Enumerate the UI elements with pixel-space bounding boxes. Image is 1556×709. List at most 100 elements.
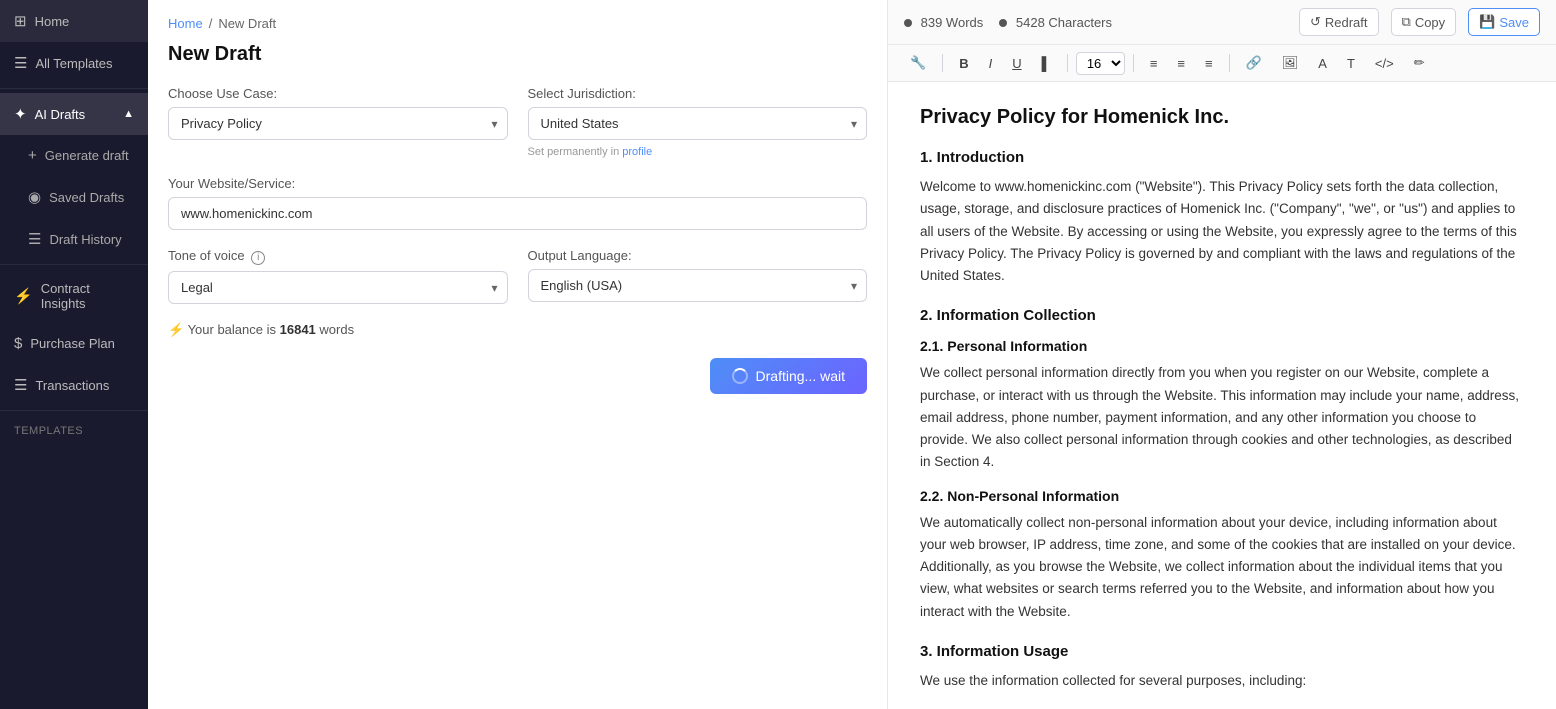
document-title: Privacy Policy for Homenick Inc. [920, 106, 1524, 129]
transactions-icon: ☰ [14, 376, 27, 394]
text-style-button[interactable]: T [1339, 52, 1363, 75]
breadcrumb: Home / New Draft [168, 16, 867, 31]
balance-info: ⚡ Your balance is 16841 words [168, 322, 867, 338]
templates-label: Templates [14, 425, 83, 437]
unordered-list-button[interactable]: ≡ [1142, 52, 1166, 75]
sidebar-purchase-label: Purchase Plan [30, 336, 115, 351]
section-1-content: Welcome to www.homenickinc.com ("Website… [920, 176, 1524, 287]
code-button[interactable]: </> [1367, 52, 1402, 75]
chars-stat: 5428 Characters [999, 15, 1112, 30]
section-2-1-content: We collect personal information directly… [920, 362, 1524, 473]
magic-tool-button[interactable]: 🔧 [902, 51, 934, 75]
sidebar-ai-drafts-label: AI Drafts [35, 107, 86, 122]
link-button[interactable]: 🔗 [1238, 51, 1270, 75]
copy-icon: ⧉ [1402, 14, 1411, 30]
chars-dot [999, 19, 1007, 27]
list-item-1: To process, fulfill, and ship orders; [940, 704, 1524, 709]
sidebar-item-home[interactable]: ⊞ Home [0, 0, 148, 42]
save-button[interactable]: 💾 Save [1468, 8, 1540, 36]
italic-button[interactable]: I [981, 52, 1001, 75]
doc-toolbar: 839 Words 5428 Characters ↺ Redraft ⧉ Co… [888, 0, 1556, 45]
tone-select-wrapper: Legal Casual Formal [168, 271, 508, 304]
profile-link[interactable]: profile [622, 146, 652, 158]
fmt-sep-4 [1229, 54, 1230, 72]
sidebar-item-all-templates[interactable]: ☰ All Templates [0, 42, 148, 84]
draft-btn-label: Drafting... wait [756, 368, 845, 384]
ordered-list-button[interactable]: ≡ [1169, 52, 1193, 75]
website-label: Your Website/Service: [168, 176, 867, 191]
sidebar-item-contract-insights[interactable]: ⚡ Contract Insights [0, 269, 148, 323]
balance-icon: ⚡ [168, 322, 184, 337]
output-language-select[interactable]: English (USA) English (UK) Spanish [528, 269, 868, 302]
sidebar-item-saved-drafts[interactable]: ◉ Saved Drafts [0, 176, 148, 218]
sidebar-contract-label: Contract Insights [41, 281, 134, 311]
fmt-sep-2 [1067, 54, 1068, 72]
sidebar-generate-label: Generate draft [45, 148, 129, 163]
doc-actions: ↺ Redraft ⧉ Copy 💾 Save [1299, 8, 1540, 36]
main-area: Home / New Draft New Draft Choose Use Ca… [148, 0, 1556, 709]
content-wrapper: Home / New Draft New Draft Choose Use Ca… [148, 0, 1556, 709]
sidebar-item-draft-history[interactable]: ☰ Draft History [0, 218, 148, 260]
tone-language-row: Tone of voice i Legal Casual Formal Outp… [168, 248, 867, 304]
format-toolbar: 🔧 B I U ▌ 1612141824 ≡ ≡ ≡ 🔗 🖼 A T </ [888, 45, 1556, 82]
jurisdiction-select-wrapper: United States European Union United King… [528, 107, 868, 140]
form-panel: Home / New Draft New Draft Choose Use Ca… [148, 0, 888, 709]
redraft-icon: ↺ [1310, 14, 1321, 30]
jurisdiction-select[interactable]: United States European Union United King… [528, 107, 868, 140]
sidebar-transactions-label: Transactions [35, 378, 109, 393]
section-3-heading: 3. Information Usage [920, 643, 1524, 660]
fmt-sep-1 [942, 54, 943, 72]
sidebar-item-ai-drafts[interactable]: ✦ AI Drafts ▲ [0, 93, 148, 135]
page-title: New Draft [168, 43, 867, 66]
contract-icon: ⚡ [14, 287, 33, 305]
image-button[interactable]: 🖼 [1274, 51, 1307, 75]
document-content: Privacy Policy for Homenick Inc. 1. Intr… [888, 82, 1556, 709]
jurisdiction-hint: Set permanently in profile [528, 146, 868, 158]
purchase-icon: $ [14, 335, 22, 352]
breadcrumb-home[interactable]: Home [168, 16, 203, 31]
balance-post: words [319, 322, 354, 337]
website-input[interactable]: www.homenickinc.com [168, 197, 867, 230]
underline-button[interactable]: U [1004, 52, 1029, 75]
tone-info-icon[interactable]: i [251, 251, 265, 265]
balance-amount: 16841 [280, 322, 316, 337]
font-size-select[interactable]: 1612141824 [1076, 52, 1125, 75]
redraft-button[interactable]: ↺ Redraft [1299, 8, 1379, 36]
document-panel: 839 Words 5428 Characters ↺ Redraft ⧉ Co… [888, 0, 1556, 709]
font-color-button[interactable]: A [1310, 52, 1335, 75]
bold-button[interactable]: B [951, 52, 976, 75]
output-language-select-wrapper: English (USA) English (UK) Spanish [528, 269, 868, 302]
strikethrough-button[interactable]: ▌ [1034, 52, 1059, 75]
section-2-2-content: We automatically collect non-personal in… [920, 512, 1524, 623]
sidebar-item-purchase-plan[interactable]: $ Purchase Plan [0, 323, 148, 364]
templates-icon: ☰ [14, 54, 27, 72]
tone-label-text: Tone of voice [168, 248, 245, 263]
sidebar-history-label: Draft History [49, 232, 121, 247]
align-button[interactable]: ≡ [1197, 52, 1221, 75]
saved-icon: ◉ [28, 188, 41, 206]
sidebar-item-transactions[interactable]: ☰ Transactions [0, 364, 148, 406]
fmt-sep-3 [1133, 54, 1134, 72]
redraft-label: Redraft [1325, 15, 1368, 30]
generate-icon: + [28, 147, 37, 164]
website-group: Your Website/Service: www.homenickinc.co… [168, 176, 867, 230]
copy-button[interactable]: ⧉ Copy [1391, 8, 1457, 36]
jurisdiction-label: Select Jurisdiction: [528, 86, 868, 101]
words-label: 839 Words [921, 15, 984, 30]
sidebar-all-templates-label: All Templates [35, 56, 112, 71]
history-icon: ☰ [28, 230, 41, 248]
use-case-select[interactable]: Privacy Policy Terms of Service NDA [168, 107, 508, 140]
pen-button[interactable]: ✏ [1406, 51, 1433, 75]
output-language-label: Output Language: [528, 248, 868, 263]
use-case-label: Choose Use Case: [168, 86, 508, 101]
sidebar-item-generate-draft[interactable]: + Generate draft [0, 135, 148, 176]
draft-button-container: Drafting... wait [168, 358, 867, 394]
drafting-button[interactable]: Drafting... wait [710, 358, 867, 394]
section-3-content: We use the information collected for sev… [920, 670, 1524, 692]
tone-select[interactable]: Legal Casual Formal [168, 271, 508, 304]
copy-label: Copy [1415, 15, 1445, 30]
balance-pre: Your balance is [188, 322, 276, 337]
sidebar-home-label: Home [35, 14, 70, 29]
save-icon: 💾 [1479, 14, 1495, 30]
breadcrumb-separator: / [209, 16, 213, 31]
